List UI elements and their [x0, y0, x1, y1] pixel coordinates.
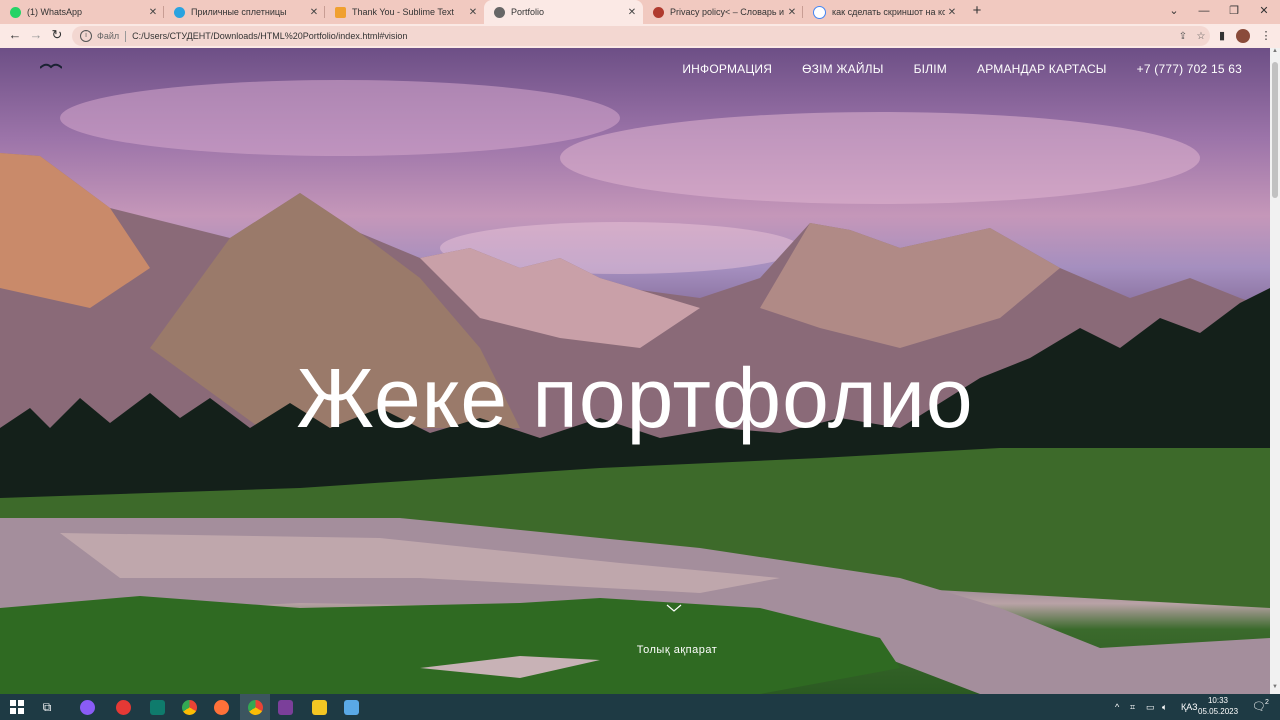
close-icon[interactable]: ✕ [625, 7, 639, 18]
restore-button[interactable]: ❐ [1218, 0, 1250, 24]
menu-kebab-icon[interactable]: ⋮ [1256, 24, 1276, 48]
browser-toolbar: ← → ↻ i Файл C:/Users/СТУДЕНТ/Downloads/… [0, 24, 1280, 48]
firefox-icon [213, 699, 229, 715]
dictionary-icon [653, 6, 664, 18]
notification-count: 2 [1265, 699, 1269, 706]
tab-spletnitsy[interactable]: Приличные сплетницы ✕ [164, 0, 325, 24]
close-icon[interactable]: ✕ [945, 7, 959, 18]
task-view-button[interactable]: ⧉ [32, 694, 62, 720]
tab-title: Приличные сплетницы [191, 7, 287, 17]
tab-search-chevron-icon[interactable]: ⌄ [1158, 0, 1190, 24]
folder-icon [311, 699, 327, 715]
tab-title: Privacy policy< – Словарь и онл [670, 7, 785, 17]
notification-icon[interactable]: 🗨︎ [1252, 694, 1266, 720]
clock-time: 10:33 [1207, 696, 1229, 705]
taskbar-firefox[interactable] [206, 694, 236, 720]
system-clock[interactable]: 10:33 05.05.2023 [1198, 695, 1238, 717]
hero-section: ИНФОРМАЦИЯ ӨЗІМ ЖАЙЛЫ БІЛІМ АРМАНДАР КАР… [0, 48, 1270, 694]
chevron-down-icon[interactable] [666, 604, 682, 612]
info-icon[interactable]: i [80, 30, 92, 42]
chrome-icon [181, 699, 197, 715]
taskbar-chrome[interactable] [174, 694, 204, 720]
close-window-button[interactable]: ✕ [1248, 0, 1280, 24]
google-icon [813, 5, 826, 19]
nav-phone[interactable]: +7 (777) 702 15 63 [1137, 62, 1242, 76]
reload-button[interactable]: ↻ [46, 24, 68, 48]
nav-dream-map[interactable]: АРМАНДАР КАРТАСЫ [977, 62, 1107, 76]
nav-information[interactable]: ИНФОРМАЦИЯ [682, 62, 772, 76]
tray-chevron-icon[interactable]: ^ [1115, 694, 1119, 720]
tab-google[interactable]: как сделать скриншот на комп ✕ [803, 0, 963, 24]
publisher-icon [149, 699, 165, 715]
browser-tab-strip: (1) WhatsApp ✕ Приличные сплетницы ✕ Tha… [0, 0, 1280, 24]
close-icon[interactable]: ✕ [785, 7, 799, 18]
close-icon[interactable]: ✕ [146, 7, 160, 18]
task-view-icon: ⧉ [42, 699, 52, 714]
tab-title: Thank You - Sublime Text [352, 7, 454, 17]
back-button[interactable]: ← [4, 24, 26, 48]
sidebar-icon[interactable]: ▮ [1212, 24, 1232, 48]
taskbar-publisher[interactable] [142, 694, 172, 720]
forward-button[interactable]: → [25, 24, 47, 48]
new-tab-button[interactable]: + [968, 0, 986, 24]
windows-taskbar: ⧉ ^ ⌗ ▭ 🔈︎ ҚАЗ 10:33 05.05.2023 🗨︎ 2 [0, 694, 1280, 720]
bookmark-star-icon[interactable]: ☆ [1192, 31, 1210, 42]
telegram-icon [174, 6, 185, 18]
taskbar-winrar[interactable] [270, 694, 300, 720]
taskbar-alice[interactable] [72, 694, 102, 720]
sublime-icon [335, 6, 346, 18]
hero-title: Жеке портфолио [296, 351, 974, 445]
nav-education[interactable]: БІЛІМ [914, 62, 947, 76]
tab-title: Portfolio [511, 7, 545, 17]
bird-logo-icon[interactable] [40, 62, 62, 70]
tab-privacy[interactable]: Privacy policy< – Словарь и онл ✕ [643, 0, 803, 24]
minimize-button[interactable]: — [1188, 0, 1220, 24]
whatsapp-icon [10, 6, 21, 18]
notepad-icon [343, 699, 359, 715]
alice-icon [79, 699, 95, 715]
network-icon[interactable]: ⌗ [1130, 694, 1135, 720]
close-icon[interactable]: ✕ [307, 7, 321, 18]
language-indicator[interactable]: ҚАЗ [1181, 694, 1198, 720]
start-button[interactable] [2, 694, 32, 720]
tab-portfolio[interactable]: Portfolio ✕ [484, 0, 643, 24]
taskbar-chrome-active[interactable] [240, 694, 270, 720]
close-icon[interactable]: ✕ [466, 7, 480, 18]
winrar-icon [277, 699, 293, 715]
tab-whatsapp[interactable]: (1) WhatsApp ✕ [0, 0, 164, 24]
nav-about-me[interactable]: ӨЗІМ ЖАЙЛЫ [802, 62, 883, 76]
tab-sublime[interactable]: Thank You - Sublime Text ✕ [325, 0, 484, 24]
taskbar-yandex[interactable] [108, 694, 138, 720]
battery-icon[interactable]: ▭ [1146, 694, 1155, 720]
windows-logo-icon [10, 700, 24, 714]
taskbar-notepad[interactable] [336, 694, 366, 720]
url-text[interactable]: C:/Users/СТУДЕНТ/Downloads/HTML%20Portfo… [132, 31, 1174, 41]
scrollbar-thumb[interactable] [1272, 62, 1278, 198]
chrome-icon [247, 699, 263, 715]
share-icon[interactable]: ⇪ [1174, 31, 1192, 42]
yandex-icon [115, 699, 131, 715]
taskbar-explorer[interactable] [304, 694, 334, 720]
tab-title: как сделать скриншот на комп [832, 7, 945, 17]
clock-date: 05.05.2023 [1198, 707, 1239, 716]
globe-icon [494, 6, 505, 18]
more-info-link[interactable]: Толық ақпарат [0, 644, 1270, 656]
address-bar[interactable]: i Файл C:/Users/СТУДЕНТ/Downloads/HTML%2… [72, 26, 1210, 46]
tab-title: (1) WhatsApp [27, 7, 83, 17]
protocol-label: Файл [97, 31, 120, 41]
site-navigation: ИНФОРМАЦИЯ ӨЗІМ ЖАЙЛЫ БІЛІМ АРМАНДАР КАР… [682, 62, 1242, 76]
volume-icon[interactable]: 🔈︎ [1162, 694, 1167, 720]
page-scrollbar[interactable]: ▲ ▼ [1270, 48, 1280, 694]
scroll-down-arrow-icon[interactable]: ▼ [1270, 684, 1280, 694]
scroll-up-arrow-icon[interactable]: ▲ [1270, 48, 1280, 58]
profile-avatar[interactable] [1236, 29, 1250, 43]
